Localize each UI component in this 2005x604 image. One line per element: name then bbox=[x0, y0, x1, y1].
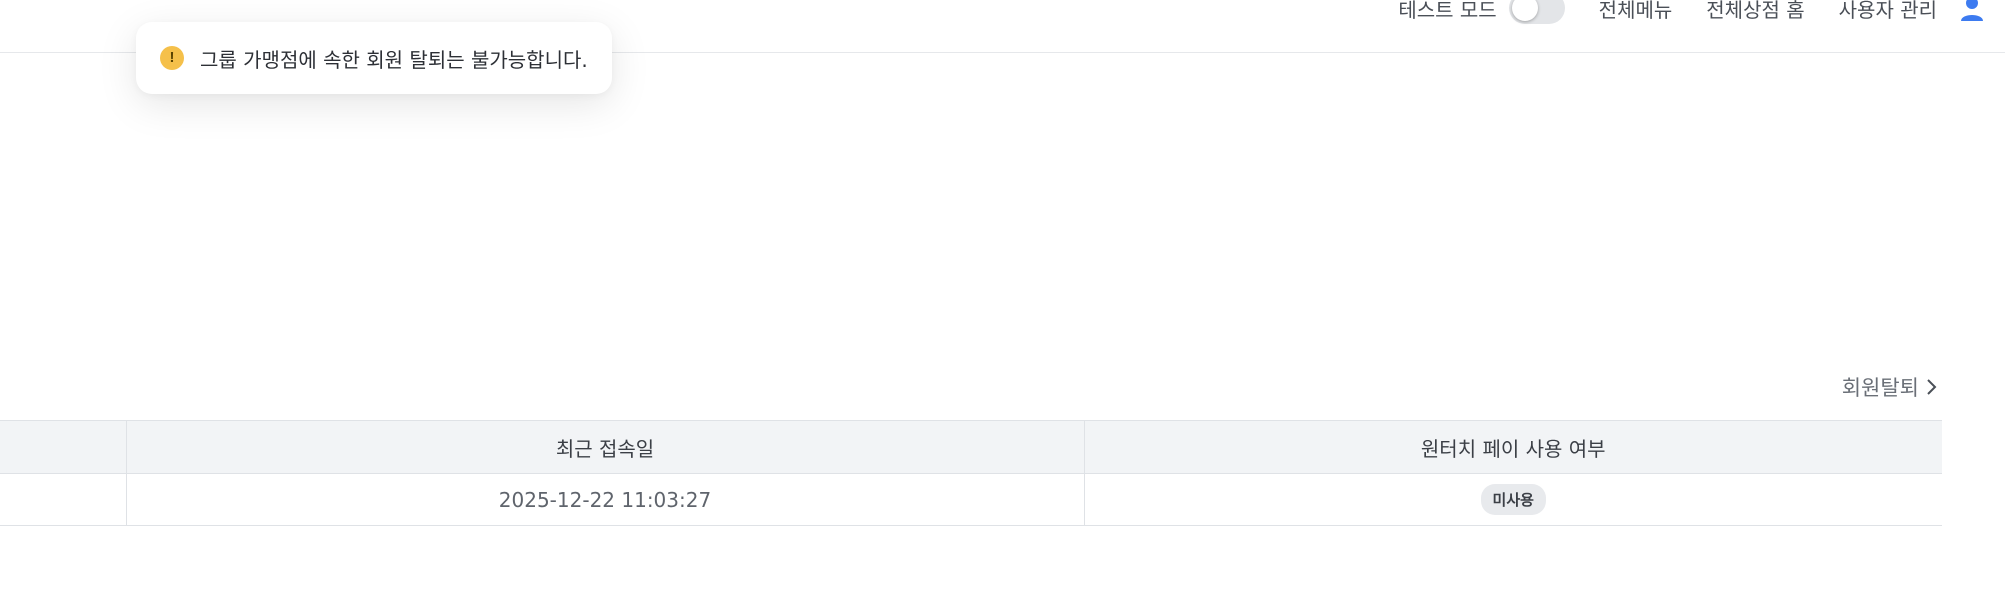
column-header-last-login: 최근 접속일 bbox=[125, 420, 1084, 474]
test-mode-label: 테스트 모드 bbox=[1398, 0, 1497, 22]
withdraw-label: 회원탈퇴 bbox=[1841, 376, 1919, 400]
cell-empty bbox=[0, 473, 126, 526]
table-row: 2025-12-22 11:03:27 미사용 bbox=[0, 473, 1942, 526]
nav-user-management[interactable]: 사용자 관리 bbox=[1839, 0, 1937, 23]
test-mode-toggle[interactable] bbox=[1508, 0, 1565, 24]
user-icon[interactable] bbox=[1959, 0, 1985, 21]
test-mode-group: 테스트 모드 bbox=[1398, 0, 1565, 24]
page: 테스트 모드 전체메뉴 전체상점 홈 사용자 관리 ! 그룹 가맹점에 속한 회… bbox=[0, 0, 2005, 604]
column-header-onetouch-pay: 원터치 페이 사용 여부 bbox=[1083, 420, 1942, 474]
toast-message: 그룹 가맹점에 속한 회원 탈퇴는 불가능합니다. bbox=[200, 47, 588, 72]
warning-toast: ! 그룹 가맹점에 속한 회원 탈퇴는 불가능합니다. bbox=[136, 22, 612, 94]
table-header-row: 최근 접속일 원터치 페이 사용 여부 bbox=[0, 420, 1942, 474]
withdraw-button[interactable]: 회원탈퇴 bbox=[1842, 372, 1939, 402]
header-nav: 테스트 모드 전체메뉴 전체상점 홈 사용자 관리 bbox=[1398, 0, 1985, 24]
cell-last-login: 2025-12-22 11:03:27 bbox=[125, 473, 1084, 526]
toggle-knob bbox=[1511, 0, 1538, 21]
nav-all-menu[interactable]: 전체메뉴 bbox=[1599, 0, 1673, 23]
warning-icon: ! bbox=[160, 46, 184, 70]
cell-onetouch-pay: 미사용 bbox=[1083, 473, 1942, 526]
chevron-right-icon bbox=[1927, 379, 1937, 395]
member-table: 최근 접속일 원터치 페이 사용 여부 2025-12-22 11:03:27 … bbox=[0, 420, 1942, 526]
nav-all-store-home[interactable]: 전체상점 홈 bbox=[1706, 0, 1804, 23]
column-header-empty bbox=[0, 420, 126, 474]
status-badge: 미사용 bbox=[1480, 484, 1546, 515]
